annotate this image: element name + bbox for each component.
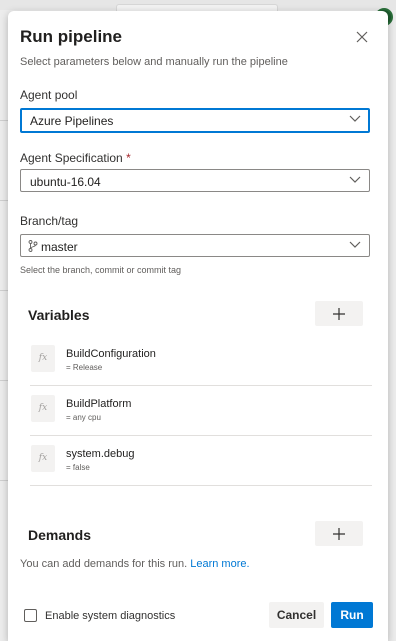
variable-row[interactable]: fx BuildConfiguration = Release [30,335,372,386]
demands-description: You can add demands for this run. Learn … [20,558,250,570]
agent-pool-label: Agent pool [20,88,78,102]
agent-spec-value: ubuntu-16.04 [30,175,101,189]
background-divider [0,290,8,291]
background-divider [0,380,8,381]
dialog-title: Run pipeline [20,27,122,46]
demands-text: You can add demands for this run. [20,558,188,570]
branch-icon [28,240,38,252]
variable-name: system.debug [66,448,135,460]
required-marker: * [126,151,131,165]
agent-spec-label-text: Agent Specification [20,151,123,165]
chevron-down-icon [349,176,361,183]
system-diagnostics-label[interactable]: Enable system diagnostics [45,610,175,622]
agent-pool-dropdown[interactable]: Azure Pipelines [20,108,370,133]
agent-spec-dropdown[interactable]: ubuntu-16.04 [20,169,370,192]
run-button[interactable]: Run [331,602,373,628]
plus-icon [333,528,345,540]
add-demand-button[interactable] [315,521,363,546]
system-diagnostics-checkbox[interactable] [24,609,37,622]
variable-row[interactable]: fx system.debug = false [30,435,372,486]
function-icon: fx [31,345,55,372]
variable-name: BuildConfiguration [66,348,156,360]
variable-value: = Release [66,363,103,372]
branch-value: master [41,240,78,254]
learn-more-link[interactable]: Learn more. [190,558,249,570]
branch-dropdown[interactable]: master [20,234,370,257]
variable-row[interactable]: fx BuildPlatform = any cpu [30,385,372,436]
background-divider [0,480,8,481]
variable-value: = any cpu [66,413,101,422]
chevron-down-icon [349,115,361,122]
background-search-field [116,4,278,11]
run-pipeline-dialog: Run pipeline Select parameters below and… [8,11,388,641]
add-variable-button[interactable] [315,301,363,326]
function-icon: fx [31,445,55,472]
dialog-subtitle: Select parameters below and manually run… [20,56,288,68]
agent-spec-label: Agent Specification * [20,151,131,165]
background-divider [0,200,8,201]
branch-label: Branch/tag [20,214,79,228]
branch-hint: Select the branch, commit or commit tag [20,265,182,275]
variable-value: = false [66,463,90,472]
background-divider [0,120,8,121]
chevron-down-icon [349,241,361,248]
close-icon[interactable] [353,28,371,46]
function-icon: fx [31,395,55,422]
plus-icon [333,308,345,320]
variable-name: BuildPlatform [66,398,132,410]
demands-title: Demands [28,527,92,543]
cancel-button[interactable]: Cancel [269,602,324,628]
variables-title: Variables [28,307,90,323]
agent-pool-value: Azure Pipelines [30,114,114,128]
